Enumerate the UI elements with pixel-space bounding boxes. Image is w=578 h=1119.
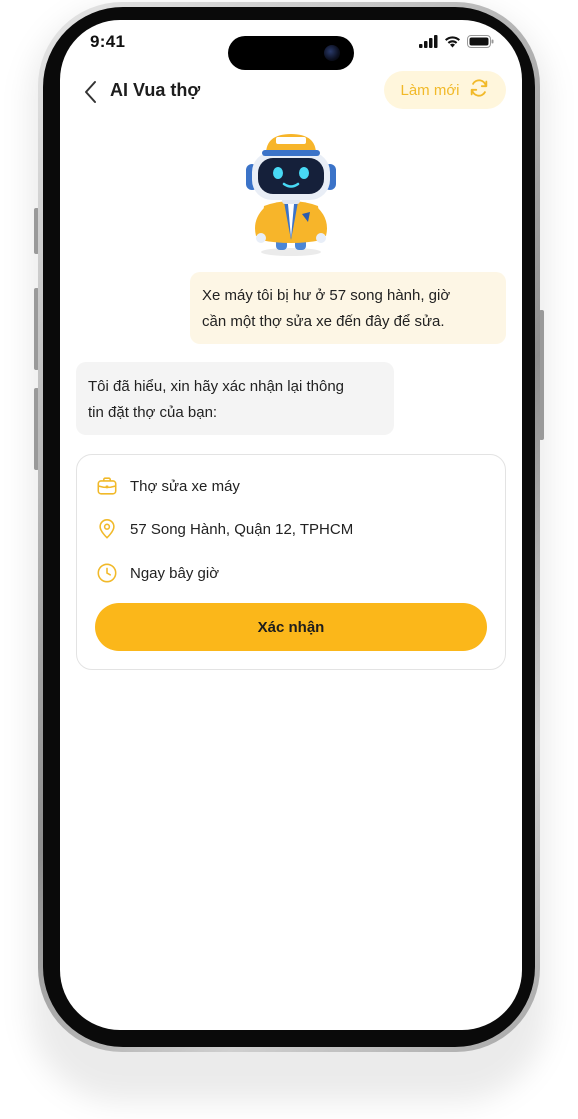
- service-label: Thợ sửa xe máy: [130, 477, 240, 495]
- page-title: AI Vua thợ: [110, 80, 201, 100]
- bot-message-line: Tôi đã hiểu, xin hãy xác nhận lại thông: [88, 378, 345, 395]
- bot-message-bubble: Tôi đã hiểu, xin hãy xác nhận lại thông …: [76, 362, 394, 435]
- refresh-icon: [468, 77, 490, 104]
- clock-icon: [95, 561, 119, 585]
- signal-icon: [419, 35, 438, 53]
- address-row: 57 Song Hành, Quận 12, TPHCM: [95, 517, 353, 541]
- battery-icon: [467, 35, 494, 53]
- location-pin-icon: [95, 517, 119, 541]
- service-row: Thợ sửa xe máy: [95, 474, 240, 498]
- briefcase-icon: [95, 474, 119, 498]
- refresh-label: Làm mới: [400, 81, 460, 99]
- bot-message-line: tin đặt thợ của bạn:: [88, 404, 218, 421]
- time-row: Ngay bây giờ: [95, 561, 219, 585]
- address-label: 57 Song Hành, Quận 12, TPHCM: [130, 520, 354, 538]
- user-message-line: Xe máy tôi bị hư ở 57 song hành, giờ: [202, 287, 451, 304]
- time-label: Ngay bây giờ: [130, 564, 220, 582]
- refresh-button[interactable]: Làm mới: [384, 71, 506, 109]
- booking-card: Thợ sửa xe máy 57 Song Hành, Quận 12, TP…: [76, 454, 506, 670]
- user-message-line: cần một thợ sửa xe đến đây để sửa.: [202, 313, 445, 330]
- confirm-button[interactable]: Xác nhận: [95, 603, 487, 651]
- status-icons: [419, 35, 494, 53]
- wifi-icon: [444, 35, 461, 53]
- robot-mascot-icon: [236, 128, 346, 258]
- dynamic-island: [228, 36, 354, 70]
- chevron-left-icon[interactable]: [80, 78, 104, 106]
- camera-icon: [324, 45, 340, 61]
- user-message-bubble: Xe máy tôi bị hư ở 57 song hành, giờ cần…: [190, 272, 506, 344]
- status-time: 9:41: [90, 32, 126, 51]
- app-screen: 9:41 AI Vua thợ Làm mới Xe máy tôi bị hư…: [60, 20, 522, 1030]
